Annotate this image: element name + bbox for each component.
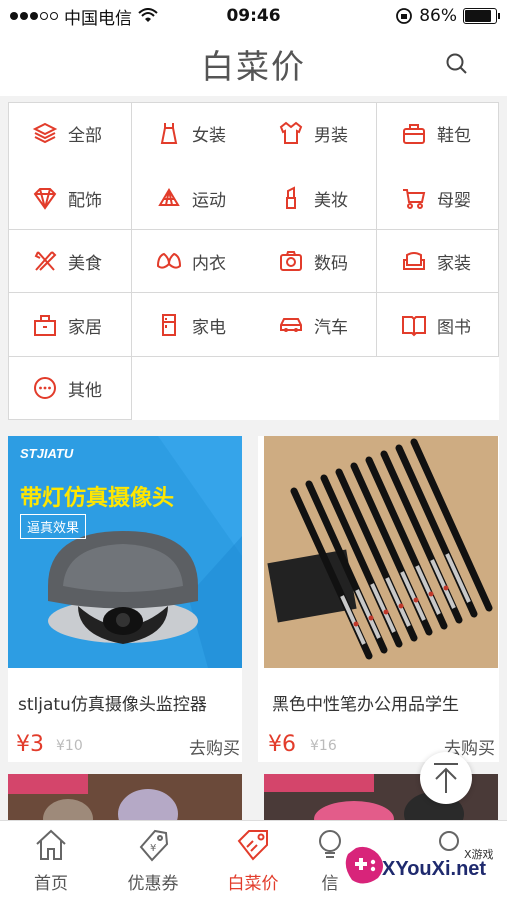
wifi-icon [138,8,158,22]
product-original-price: ¥16 [310,738,337,754]
page-title: 白菜价 [201,47,306,86]
arrow-up-icon [434,763,458,793]
fork-knife-icon [34,251,57,271]
category-baby[interactable]: 母婴 [401,185,471,211]
category-digital[interactable]: 数码 [278,248,348,274]
category-appliances[interactable]: 家电 [156,312,226,338]
product-card[interactable]: STJIATU 带灯仿真摄像头 逼真效果 stljatu仿真摄像头监控器 ¥3 … [8,436,242,762]
search-icon[interactable] [445,52,469,76]
category-label: 汽车 [314,317,348,338]
category-label: 家装 [437,253,471,274]
fridge-icon [162,314,176,336]
category-label: 男装 [314,125,348,146]
category-label: 家居 [68,317,102,338]
tab-coupons[interactable]: ¥ 优惠券 [108,827,198,894]
tab-bargain[interactable]: 白菜价 [208,827,298,894]
tab-home[interactable]: 首页 [6,827,96,894]
camera-icon [280,251,302,271]
sport-icon [158,188,180,206]
diamond-icon [33,188,57,210]
product-name[interactable]: stljatu仿真摄像头监控器 [18,690,238,715]
brand-logo: STJIATU [20,446,74,461]
coupon-icon: ¥ [139,829,169,862]
category-books[interactable]: 图书 [401,312,471,338]
product-price: ¥3 [16,732,44,757]
book-icon [402,316,426,337]
category-grid: 全部 女装 男装 鞋包 配饰 运动 美妆 母婴 美食 内衣 数码 家装 家居 家… [8,102,499,420]
product-name[interactable]: 黑色中性笔办公用品学生 [272,690,492,715]
battery-icon [463,8,500,24]
sofa-icon [403,252,425,270]
category-household[interactable]: 家居 [32,312,102,338]
bra-icon [156,252,182,269]
lipstick-icon [286,186,296,209]
carrier-name: 中国电信 [64,8,132,29]
home-icon [36,829,66,860]
image-tag: 逼真效果 [20,514,87,539]
price-tag-icon [237,830,268,861]
category-label: 母婴 [437,190,471,211]
product-original-price: ¥10 [56,738,83,754]
category-sports[interactable]: 运动 [156,185,226,211]
watermark-logo: X游戏 XYouXi.net [338,836,503,894]
category-women[interactable]: 女装 [156,120,226,146]
app-header: 白菜价 [0,32,507,96]
watermark-text: XYouXi.net [382,858,487,880]
category-home-deco[interactable]: 家装 [401,248,471,274]
category-beauty[interactable]: 美妆 [278,185,348,211]
svg-text:¥: ¥ [150,843,156,854]
category-label: 美妆 [314,190,348,211]
category-other[interactable]: 其他 [32,375,102,401]
category-label: 其他 [68,380,102,401]
image-headline: 带灯仿真摄像头 [20,486,175,511]
buy-button[interactable]: 去购买 [189,734,240,759]
category-label: 家电 [192,317,226,338]
tab-label: 信 [321,874,339,894]
status-bar: 中国电信 09:46 86% [0,0,507,32]
product-price: ¥6 [268,732,296,757]
category-shoes-bags[interactable]: 鞋包 [401,120,471,146]
category-label: 图书 [437,317,471,338]
category-underwear[interactable]: 内衣 [156,248,226,274]
category-label: 鞋包 [437,125,471,146]
category-accessories[interactable]: 配饰 [32,185,102,211]
category-label: 全部 [68,125,102,146]
tab-label: 白菜价 [227,874,279,894]
tab-label: 优惠券 [127,874,179,894]
tab-label: 首页 [34,874,68,894]
category-auto[interactable]: 汽车 [278,312,348,338]
dress-icon [160,123,178,144]
clock: 09:46 [226,6,281,26]
category-food[interactable]: 美食 [32,248,102,274]
category-label: 美食 [68,253,102,274]
back-to-top-button[interactable] [420,752,472,804]
category-label: 配饰 [68,190,102,211]
stroller-icon [403,189,426,209]
battery-percent: 86% [419,6,457,26]
category-all[interactable]: 全部 [32,120,102,146]
home-bag-icon [34,315,56,336]
shirt-icon [279,121,303,144]
product-image[interactable] [264,436,498,668]
car-icon [280,318,302,332]
bag-icon [403,124,425,144]
product-card[interactable]: 黑色中性笔办公用品学生 ¥6 ¥16 去购买 [258,436,499,762]
more-icon [34,377,56,399]
category-label: 女装 [192,125,226,146]
category-label: 运动 [192,190,226,211]
product-card[interactable] [8,774,242,824]
rotation-lock-icon [396,8,413,24]
category-label: 数码 [314,253,348,274]
category-label: 内衣 [192,253,226,274]
category-men[interactable]: 男装 [278,120,348,146]
layers-icon [32,122,58,144]
signal-icon [10,12,58,20]
product-image[interactable]: STJIATU 带灯仿真摄像头 逼真效果 [8,436,242,668]
